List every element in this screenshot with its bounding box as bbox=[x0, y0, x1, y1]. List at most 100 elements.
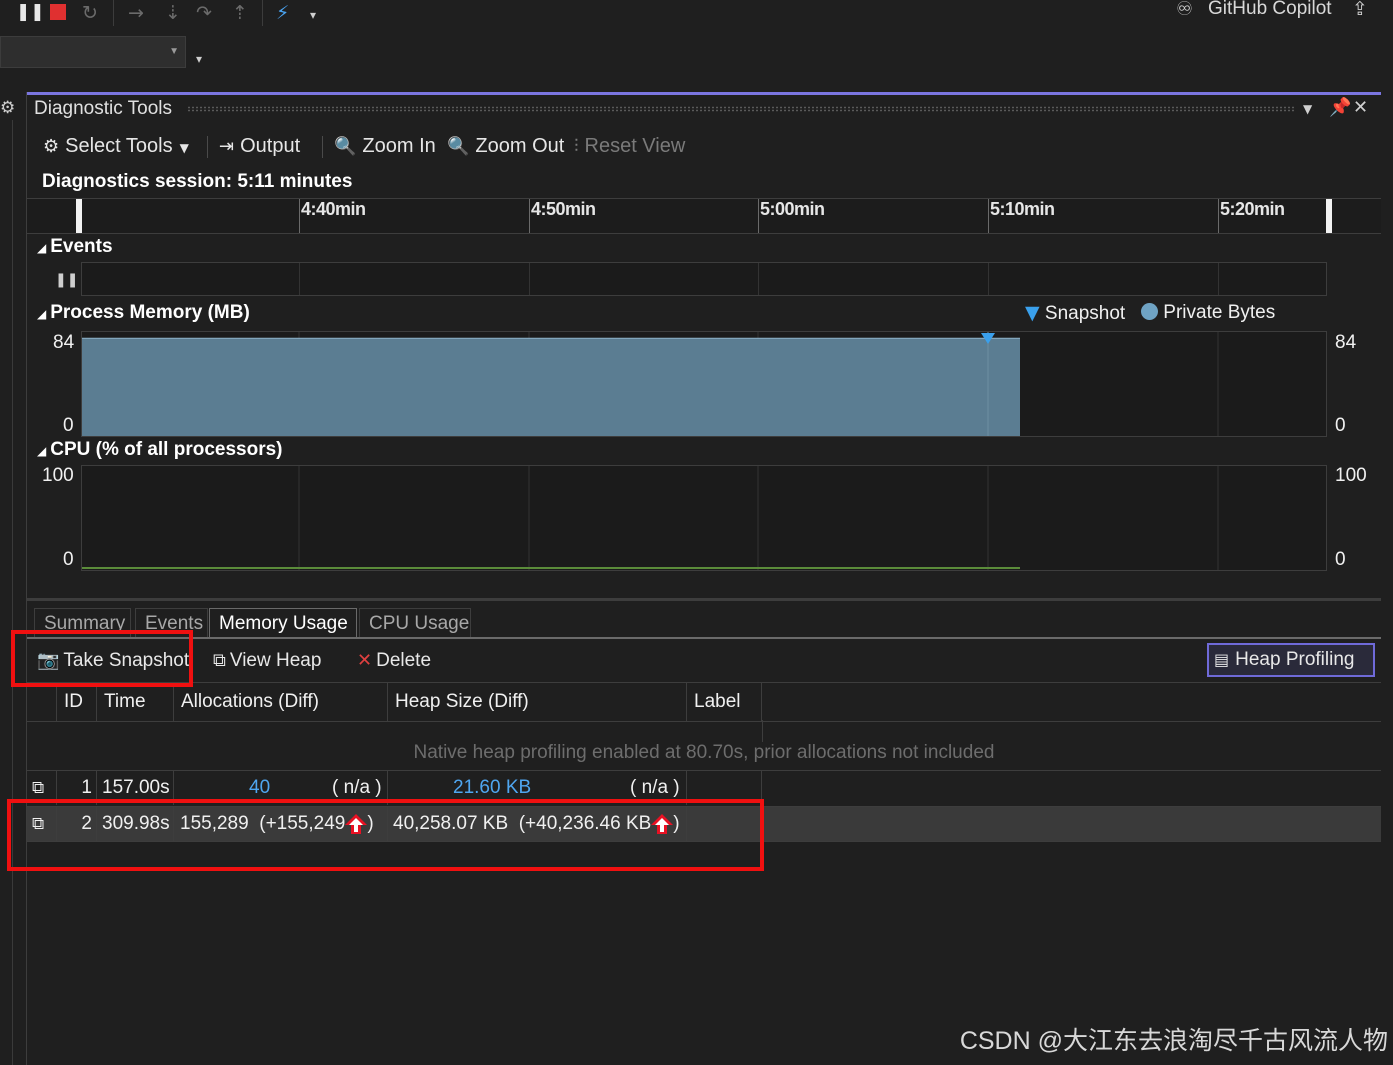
toolbar-separator bbox=[262, 0, 263, 26]
events-heading[interactable]: ◢ Events bbox=[37, 236, 113, 258]
mem-ymin-right: 0 bbox=[1335, 415, 1346, 436]
tick-major bbox=[529, 199, 530, 233]
step-back-icon[interactable]: ↷ bbox=[196, 2, 212, 24]
grid-line bbox=[988, 263, 989, 295]
copilot-icon[interactable]: ♾ bbox=[1176, 0, 1193, 20]
collapse-icon: ◢ bbox=[37, 444, 47, 458]
hot-reload-icon[interactable]: ⚡ bbox=[276, 2, 289, 24]
copilot-label[interactable]: GitHub Copilot bbox=[1208, 0, 1332, 20]
delete-button[interactable]: ✕ Delete bbox=[357, 646, 431, 676]
stop-icon[interactable] bbox=[50, 4, 66, 20]
collapse-icon: ◢ bbox=[37, 241, 47, 255]
tab-cpu-usage[interactable]: CPU Usage bbox=[359, 608, 471, 638]
legend-private-bytes: Private Bytes bbox=[1141, 302, 1275, 324]
range-end-handle[interactable] bbox=[1326, 199, 1332, 233]
cpu-ymin-left: 0 bbox=[63, 549, 74, 570]
header-time[interactable]: Time bbox=[97, 683, 174, 721]
session-duration: Diagnostics session: 5:11 minutes bbox=[42, 171, 353, 192]
cpu-chart[interactable] bbox=[81, 465, 1327, 571]
range-start-handle[interactable] bbox=[76, 199, 82, 233]
share-icon[interactable]: ⇪ bbox=[1352, 0, 1368, 20]
cpu-heading[interactable]: ◢ CPU (% of all processors) bbox=[37, 439, 283, 461]
vs-debug-toolbar: ❚❚ ↻ → ⇣ ↷ ⇡ ⚡ ▾ ♾ GitHub Copilot ⇪ bbox=[0, 0, 1393, 30]
zoom-in-label: Zoom In bbox=[362, 135, 436, 157]
step-over-icon[interactable]: → bbox=[128, 2, 144, 24]
header-icon-col bbox=[27, 683, 57, 721]
step-out-icon[interactable]: ⇡ bbox=[232, 2, 248, 24]
heap-profiling-label: Heap Profiling bbox=[1235, 649, 1355, 670]
header-allocations[interactable]: Allocations (Diff) bbox=[174, 683, 388, 721]
output-label: Output bbox=[240, 135, 301, 157]
snapshot-grid-header: ID Time Allocations (Diff) Heap Size (Di… bbox=[27, 682, 1381, 722]
pause-icon[interactable]: ❚❚ bbox=[16, 2, 45, 22]
tick-label: 5:20min bbox=[1220, 199, 1285, 219]
step-into-icon[interactable]: ⇣ bbox=[165, 2, 181, 24]
zoom-out-button[interactable]: 🔍 Zoom Out bbox=[447, 130, 564, 162]
header-heap-size[interactable]: Heap Size (Diff) bbox=[388, 683, 687, 721]
tab-memory-usage[interactable]: Memory Usage bbox=[209, 608, 357, 638]
legend-private-label: Private Bytes bbox=[1163, 302, 1276, 323]
view-heap-button[interactable]: ⧉ View Heap bbox=[213, 646, 321, 676]
gear-icon[interactable]: ⚙ bbox=[0, 98, 15, 118]
cpu-ymax-right: 100 bbox=[1335, 465, 1367, 486]
toolbar-separator bbox=[113, 0, 114, 26]
header-label[interactable]: Label bbox=[687, 683, 762, 721]
zoom-out-label: Zoom Out bbox=[475, 135, 565, 157]
snapshot-marker-icon: ▼ bbox=[1025, 302, 1040, 324]
title-grip[interactable] bbox=[187, 106, 1295, 112]
legend-snapshot: ▼ Snapshot bbox=[1025, 302, 1125, 325]
chevron-down-icon: ▼ bbox=[179, 141, 189, 155]
output-icon: ⇥ bbox=[219, 136, 235, 157]
tick-major bbox=[988, 199, 989, 233]
cpu-ymax-left: 100 bbox=[42, 465, 74, 486]
mem-ymax-right: 84 bbox=[1335, 332, 1357, 353]
private-bytes-area bbox=[82, 338, 1020, 436]
dropdown-icon[interactable]: ▾ bbox=[310, 8, 316, 22]
output-button[interactable]: ⇥ Output bbox=[219, 130, 300, 162]
left-gutter bbox=[12, 120, 13, 1065]
process-memory-heading[interactable]: ◢ Process Memory (MB) bbox=[37, 302, 250, 324]
view-heap-icon: ⧉ bbox=[213, 650, 226, 671]
highlight-snapshot-row bbox=[7, 799, 764, 871]
pin-icon[interactable]: 📌 bbox=[1329, 97, 1351, 118]
events-heading-label: Events bbox=[50, 236, 113, 257]
grid-line bbox=[529, 263, 530, 295]
tick-label: 5:10min bbox=[990, 199, 1055, 219]
tick-major bbox=[1218, 199, 1219, 233]
col-divider bbox=[762, 720, 763, 742]
restart-icon[interactable]: ↻ bbox=[82, 2, 98, 24]
panel-accent bbox=[27, 92, 1381, 95]
heap-profiling-toggle[interactable]: ▤ Heap Profiling bbox=[1207, 643, 1375, 677]
view-heap-label: View Heap bbox=[229, 650, 322, 671]
native-heap-note: Native heap profiling enabled at 80.70s,… bbox=[413, 742, 995, 763]
timeline-ruler[interactable]: 4:40min 4:50min 5:00min 5:10min 5:20min bbox=[27, 198, 1381, 234]
zoom-in-button[interactable]: 🔍 Zoom In bbox=[334, 130, 436, 162]
header-id[interactable]: ID bbox=[57, 683, 97, 721]
delete-icon: ✕ bbox=[357, 650, 373, 671]
select-tools-button[interactable]: ⚙ Select Tools ▼ bbox=[43, 130, 189, 162]
cpu-heading-label: CPU (% of all processors) bbox=[50, 439, 283, 460]
reset-view-icon: ⫶ bbox=[574, 136, 579, 157]
grid-line bbox=[758, 263, 759, 295]
diagnostic-toolbar: ⚙ Select Tools ▼ ⇥ Output 🔍 Zoom In 🔍 Zoom Ou… bbox=[27, 130, 1381, 162]
overflow-icon[interactable]: ▾ bbox=[196, 52, 202, 66]
gear-icon: ⚙ bbox=[43, 136, 60, 157]
private-bytes-swatch bbox=[1141, 303, 1158, 320]
collapse-icon: ◢ bbox=[37, 307, 47, 321]
config-combo[interactable]: ▼ bbox=[0, 36, 186, 68]
cpu-ymin-right: 0 bbox=[1335, 549, 1346, 570]
events-pause-icon[interactable]: ❚❚ bbox=[55, 272, 78, 288]
mem-ymax-left: 84 bbox=[53, 332, 75, 353]
tick-major bbox=[299, 199, 300, 233]
splitter[interactable] bbox=[27, 598, 1381, 601]
select-tools-label: Select Tools bbox=[65, 135, 173, 157]
close-icon[interactable]: ✕ bbox=[1353, 97, 1368, 118]
zoom-in-icon: 🔍 bbox=[334, 136, 357, 157]
tab-underline bbox=[27, 637, 1381, 639]
grid-line bbox=[1218, 263, 1219, 295]
tick-label: 4:50min bbox=[531, 199, 596, 219]
reset-view-button[interactable]: ⫶ Reset View bbox=[574, 130, 685, 162]
window-menu-icon[interactable]: ▼ bbox=[1303, 102, 1312, 116]
chevron-down-icon: ▼ bbox=[169, 46, 179, 57]
memory-chart[interactable] bbox=[81, 331, 1327, 437]
